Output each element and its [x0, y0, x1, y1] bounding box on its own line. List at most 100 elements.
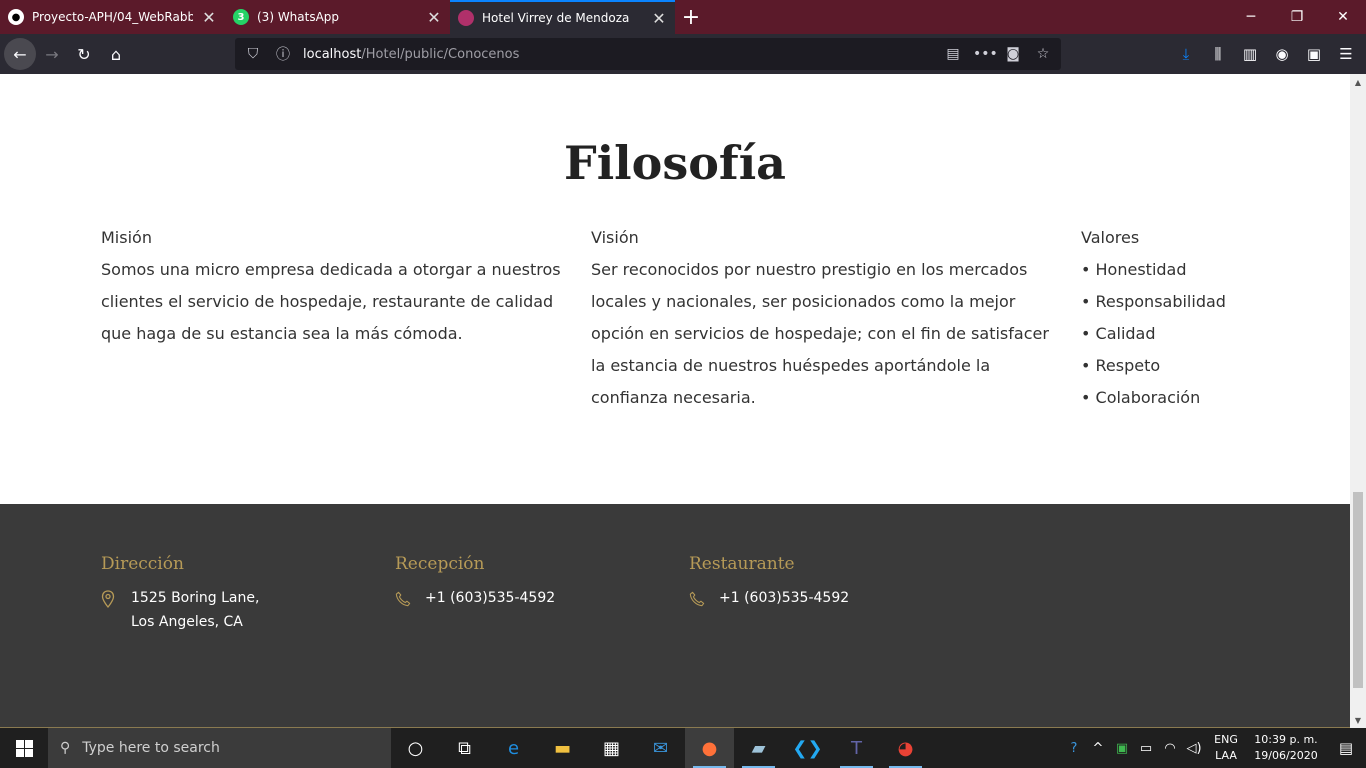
help-icon[interactable]: ?	[1062, 741, 1086, 756]
recepcion-heading: Recepción	[395, 554, 485, 574]
clock-date: 19/06/2020	[1254, 749, 1318, 762]
reader-view-icon[interactable]: ▤	[943, 46, 963, 62]
tab-github[interactable]: ● Proyecto-APH/04_WebRabbit a ✕	[0, 0, 225, 34]
windows-taskbar: ⚲ Type here to search ○ ⧉ e ▬ ▦ ✉ ● ▰ ❮❯…	[0, 728, 1366, 768]
lang-layout: LAA	[1215, 749, 1237, 762]
page-content: Filosofía Misión Somos una micro empresa…	[0, 74, 1350, 728]
window-controls: ─ ❐ ✕	[1228, 0, 1366, 34]
store-icon[interactable]: ▦	[587, 728, 636, 768]
taskbar-apps: ○ ⧉ e ▬ ▦ ✉ ● ▰ ❮❯ T ◕	[391, 728, 930, 768]
phone-line: +1 (603)535-4592	[689, 586, 849, 610]
windows-logo-icon	[15, 739, 33, 757]
browser-tab-bar: ● Proyecto-APH/04_WebRabbit a ✕ 3 (3) Wh…	[0, 0, 1366, 34]
close-tab-icon[interactable]: ✕	[426, 8, 442, 27]
scrollbar-thumb[interactable]	[1353, 492, 1363, 688]
firefox-icon[interactable]: ●	[685, 728, 734, 768]
direccion-heading: Dirección	[101, 554, 184, 574]
sidebar-icon[interactable]: ▥	[1234, 38, 1266, 70]
shield-icon[interactable]: ⛉	[243, 46, 263, 62]
valores-section: Valores • Honestidad • Responsabilidad •…	[1081, 226, 1321, 414]
vision-text: Ser reconocidos por nuestro prestigio en…	[591, 260, 1049, 407]
list-item: • Respeto	[1081, 356, 1161, 375]
minimize-icon[interactable]: ─	[1228, 0, 1274, 34]
extension-icon[interactable]: ▣	[1298, 38, 1330, 70]
tab-whatsapp[interactable]: 3 (3) WhatsApp ✕	[225, 0, 450, 34]
reload-button[interactable]: ↻	[68, 38, 100, 70]
wifi-icon[interactable]: ◠	[1158, 741, 1182, 756]
close-tab-icon[interactable]: ✕	[201, 8, 217, 27]
search-icon: ⚲	[60, 740, 71, 756]
address-line-1: 1525 Boring Lane,	[131, 590, 260, 606]
location-pin-icon	[101, 586, 117, 634]
vision-section: Visión Ser reconocidos por nuestro prest…	[591, 226, 1051, 414]
mision-heading: Misión	[101, 228, 152, 247]
info-icon[interactable]: ⓘ	[273, 44, 293, 64]
library-icon[interactable]: ⫼	[1202, 38, 1234, 70]
tab-label: Proyecto-APH/04_WebRabbit a	[32, 10, 193, 24]
mail-icon[interactable]: ✉	[636, 728, 685, 768]
forward-button[interactable]: →	[36, 38, 68, 70]
pocket-icon[interactable]: ◙	[1003, 46, 1023, 62]
recepcion-phone[interactable]: +1 (603)535-4592	[425, 586, 555, 610]
account-icon[interactable]: ◉	[1266, 38, 1298, 70]
phone-icon	[689, 586, 705, 610]
list-item: • Colaboración	[1081, 388, 1201, 407]
teams-icon[interactable]: T	[832, 728, 881, 768]
toolbar-right: ⤓ ⫼ ▥ ◉ ▣ ☰	[1170, 38, 1362, 70]
new-tab-button[interactable]: +	[675, 0, 707, 34]
footer-recepcion: Recepción +1 (603)535-4592	[395, 554, 555, 610]
restaurante-phone[interactable]: +1 (603)535-4592	[719, 586, 849, 610]
phone-line: +1 (603)535-4592	[395, 586, 555, 610]
vertical-scrollbar[interactable]: ▲ ▼	[1350, 74, 1366, 728]
list-item: • Calidad	[1081, 324, 1156, 343]
close-tab-icon[interactable]: ✕	[651, 9, 667, 28]
valores-list: • Honestidad • Responsabilidad • Calidad…	[1081, 254, 1321, 414]
phone-icon	[395, 586, 411, 610]
bookmark-star-icon[interactable]: ☆	[1033, 46, 1053, 62]
home-button[interactable]: ⌂	[100, 38, 132, 70]
clock[interactable]: 10:39 p. m. 19/06/2020	[1246, 732, 1326, 764]
taskbar-search[interactable]: ⚲ Type here to search	[48, 728, 391, 768]
list-item: • Honestidad	[1081, 260, 1187, 279]
footer: Dirección 1525 Boring Lane, Los Angeles,…	[0, 504, 1350, 728]
footer-direccion: Dirección 1525 Boring Lane, Los Angeles,…	[101, 554, 259, 634]
clock-time: 10:39 p. m.	[1254, 733, 1318, 746]
address-line: 1525 Boring Lane, Los Angeles, CA	[101, 586, 259, 634]
menu-icon[interactable]: ☰	[1330, 38, 1362, 70]
chevron-up-icon[interactable]: ^	[1086, 741, 1110, 756]
app-tray-icon[interactable]: ▣	[1110, 741, 1134, 756]
notes-app-icon[interactable]: ▰	[734, 728, 783, 768]
input-language[interactable]: ENG LAA	[1206, 732, 1246, 764]
navigation-bar: ← → ↻ ⌂ ⛉ ⓘ localhost/Hotel/public/Conoc…	[0, 34, 1366, 74]
restore-icon[interactable]: ❐	[1274, 0, 1320, 34]
volume-icon[interactable]: ◁)	[1182, 741, 1206, 756]
file-explorer-icon[interactable]: ▬	[538, 728, 587, 768]
system-tray: ? ^ ▣ ▭ ◠ ◁) ENG LAA 10:39 p. m. 19/06/2…	[1062, 728, 1366, 768]
more-actions-icon[interactable]: •••	[973, 46, 998, 62]
task-view-icon[interactable]: ⧉	[440, 728, 489, 768]
tab-label: (3) WhatsApp	[257, 10, 340, 24]
notification-icon[interactable]: ▤	[1326, 739, 1366, 757]
scroll-up-icon[interactable]: ▲	[1350, 74, 1366, 90]
start-button[interactable]	[0, 728, 48, 768]
tab-hotel[interactable]: Hotel Virrey de Mendoza ✕	[450, 0, 675, 34]
url-bar[interactable]: ⛉ ⓘ localhost/Hotel/public/Conocenos ▤ •…	[235, 38, 1061, 70]
url-text[interactable]: localhost/Hotel/public/Conocenos	[303, 47, 933, 62]
chrome-icon[interactable]: ◕	[881, 728, 930, 768]
battery-icon[interactable]: ▭	[1134, 741, 1158, 756]
back-button[interactable]: ←	[4, 38, 36, 70]
lang-code: ENG	[1214, 733, 1238, 746]
tab-label: Hotel Virrey de Mendoza	[482, 11, 630, 25]
vision-heading: Visión	[591, 228, 639, 247]
edge-icon[interactable]: e	[489, 728, 538, 768]
close-window-icon[interactable]: ✕	[1320, 0, 1366, 34]
cortana-icon[interactable]: ○	[391, 728, 440, 768]
scroll-down-icon[interactable]: ▼	[1350, 712, 1366, 728]
whatsapp-icon: 3	[233, 9, 249, 25]
vscode-icon[interactable]: ❮❯	[783, 728, 832, 768]
footer-restaurante: Restaurante +1 (603)535-4592	[689, 554, 849, 610]
mision-text: Somos una micro empresa dedicada a otorg…	[101, 260, 561, 343]
mision-section: Misión Somos una micro empresa dedicada …	[101, 226, 561, 350]
downloads-icon[interactable]: ⤓	[1170, 38, 1202, 70]
search-placeholder: Type here to search	[82, 740, 220, 756]
